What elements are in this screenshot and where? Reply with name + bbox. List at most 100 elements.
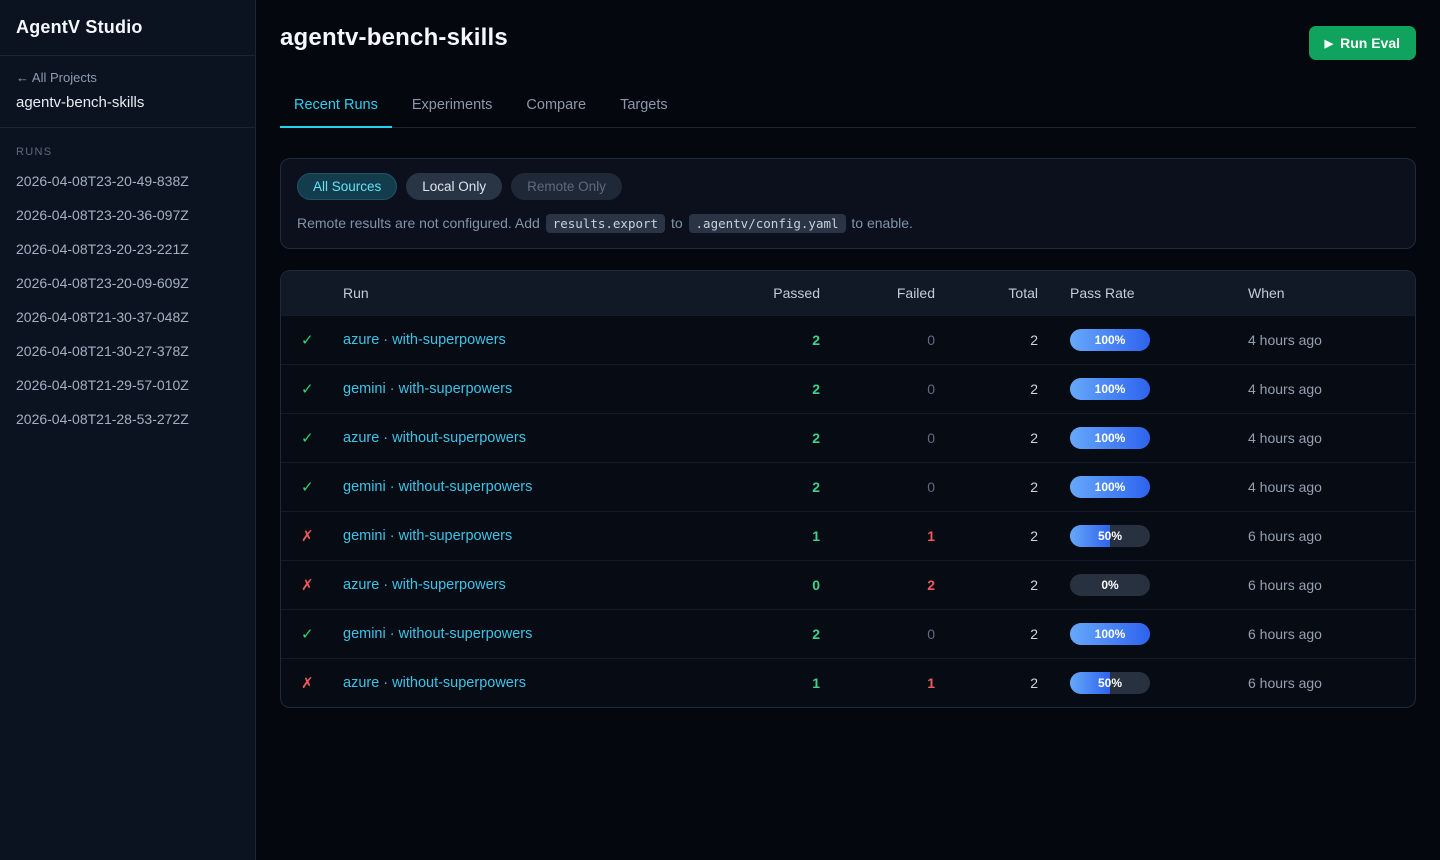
chip-local-only[interactable]: Local Only (406, 173, 502, 200)
remote-config-note: Remote results are not configured. Add r… (297, 215, 1399, 231)
status-icon: ✗ (301, 675, 314, 692)
pass-rate-pill: 100% (1070, 476, 1150, 498)
sidebar-project-block: ← All Projects agentv-bench-skills (0, 56, 255, 128)
sidebar-run-list: 2026-04-08T23-20-49-838Z2026-04-08T23-20… (0, 164, 255, 436)
run-cell: gemini · without-superpowers (343, 478, 690, 496)
pass-rate-label: 50% (1098, 529, 1122, 543)
pass-rate-label: 0% (1101, 578, 1118, 592)
pass-rate-cell: 100% (1038, 427, 1248, 449)
runs-table-body: ✓ azure · with-superpowers 2 0 2 100% 4 … (281, 315, 1415, 707)
pass-rate-label: 100% (1095, 627, 1126, 641)
col-pass-rate: Pass Rate (1038, 285, 1248, 301)
runs-table: Run Passed Failed Total Pass Rate When ✓… (280, 270, 1416, 708)
failed-count: 1 (820, 528, 935, 544)
status-icon: ✓ (301, 430, 314, 447)
sidebar-run-item[interactable]: 2026-04-08T21-29-57-010Z (0, 368, 255, 402)
note-code-results-export: results.export (546, 214, 665, 233)
total-count: 2 (935, 528, 1038, 544)
when-cell: 4 hours ago (1248, 332, 1415, 348)
table-row: ✓ gemini · without-superpowers 2 0 2 100… (281, 609, 1415, 658)
run-link[interactable]: azure · with-superpowers (343, 577, 506, 593)
pass-rate-label: 100% (1095, 480, 1126, 494)
run-link[interactable]: azure · with-superpowers (343, 332, 506, 348)
sidebar-run-item[interactable]: 2026-04-08T21-28-53-272Z (0, 402, 255, 436)
run-cell: azure · without-superpowers (343, 674, 690, 692)
tab-targets[interactable]: Targets (606, 87, 682, 128)
pass-rate-pill: 100% (1070, 329, 1150, 351)
back-to-projects-label: All Projects (32, 70, 97, 85)
pass-rate-pill: 100% (1070, 378, 1150, 400)
run-cell: gemini · without-superpowers (343, 625, 690, 643)
failed-count: 0 (820, 479, 935, 495)
when-cell: 4 hours ago (1248, 381, 1415, 397)
run-cell: azure · without-superpowers (343, 429, 690, 447)
chip-remote-only: Remote Only (511, 173, 622, 200)
pass-rate-cell: 50% (1038, 525, 1248, 547)
run-eval-label: Run Eval (1340, 35, 1400, 51)
passed-count: 2 (690, 626, 820, 642)
sidebar-run-item[interactable]: 2026-04-08T21-30-37-048Z (0, 300, 255, 334)
sidebar-run-item[interactable]: 2026-04-08T23-20-09-609Z (0, 266, 255, 300)
passed-count: 2 (690, 381, 820, 397)
run-link[interactable]: gemini · with-superpowers (343, 381, 512, 397)
pass-rate-cell: 100% (1038, 329, 1248, 351)
passed-count: 2 (690, 332, 820, 348)
pass-rate-pill: 100% (1070, 623, 1150, 645)
app-title: AgentV Studio (16, 17, 239, 38)
back-to-projects-link[interactable]: ← All Projects (16, 70, 239, 85)
pass-rate-pill: 50% (1070, 525, 1150, 547)
chip-all-sources[interactable]: All Sources (297, 173, 397, 200)
status-icon: ✗ (301, 577, 314, 594)
runs-table-header: Run Passed Failed Total Pass Rate When (281, 271, 1415, 315)
when-cell: 6 hours ago (1248, 675, 1415, 691)
tab-bar: Recent Runs Experiments Compare Targets (280, 87, 1416, 128)
table-row: ✓ azure · without-superpowers 2 0 2 100%… (281, 413, 1415, 462)
sidebar-run-item[interactable]: 2026-04-08T23-20-23-221Z (0, 232, 255, 266)
pass-rate-cell: 100% (1038, 623, 1248, 645)
passed-count: 2 (690, 479, 820, 495)
sidebar-run-item[interactable]: 2026-04-08T23-20-49-838Z (0, 164, 255, 198)
status-cell: ✗ (281, 527, 343, 545)
pass-rate-cell: 0% (1038, 574, 1248, 596)
note-code-config-yaml: .agentv/config.yaml (689, 214, 846, 233)
when-cell: 6 hours ago (1248, 577, 1415, 593)
tab-recent-runs[interactable]: Recent Runs (280, 87, 392, 128)
run-link[interactable]: gemini · without-superpowers (343, 626, 532, 642)
sidebar: AgentV Studio ← All Projects agentv-benc… (0, 0, 256, 860)
passed-count: 2 (690, 430, 820, 446)
when-cell: 4 hours ago (1248, 430, 1415, 446)
status-cell: ✗ (281, 674, 343, 692)
tab-compare[interactable]: Compare (512, 87, 600, 128)
pass-rate-label: 100% (1095, 333, 1126, 347)
run-cell: azure · with-superpowers (343, 331, 690, 349)
failed-count: 0 (820, 332, 935, 348)
run-link[interactable]: azure · without-superpowers (343, 675, 526, 691)
table-row: ✓ gemini · without-superpowers 2 0 2 100… (281, 462, 1415, 511)
pass-rate-pill: 100% (1070, 427, 1150, 449)
run-link[interactable]: gemini · with-superpowers (343, 528, 512, 544)
failed-count: 0 (820, 626, 935, 642)
table-row: ✗ gemini · with-superpowers 1 1 2 50% 6 … (281, 511, 1415, 560)
sidebar-run-item[interactable]: 2026-04-08T21-30-27-378Z (0, 334, 255, 368)
note-prefix: Remote results are not configured. Add (297, 215, 540, 231)
col-when: When (1248, 285, 1415, 301)
runs-section-label: RUNS (0, 128, 255, 164)
failed-count: 2 (820, 577, 935, 593)
status-icon: ✓ (301, 479, 314, 496)
status-cell: ✓ (281, 380, 343, 398)
source-filters-card: All Sources Local Only Remote Only Remot… (280, 158, 1416, 249)
run-link[interactable]: gemini · without-superpowers (343, 479, 532, 495)
passed-count: 1 (690, 528, 820, 544)
table-row: ✓ azure · with-superpowers 2 0 2 100% 4 … (281, 315, 1415, 364)
sidebar-header: AgentV Studio (0, 0, 255, 56)
run-link[interactable]: azure · without-superpowers (343, 430, 526, 446)
source-filter-chips: All Sources Local Only Remote Only (297, 173, 1399, 200)
sidebar-run-item[interactable]: 2026-04-08T23-20-36-097Z (0, 198, 255, 232)
tab-experiments[interactable]: Experiments (398, 87, 507, 128)
pass-rate-label: 100% (1095, 431, 1126, 445)
pass-rate-label: 50% (1098, 676, 1122, 690)
table-row: ✗ azure · without-superpowers 1 1 2 50% … (281, 658, 1415, 707)
total-count: 2 (935, 430, 1038, 446)
when-cell: 6 hours ago (1248, 626, 1415, 642)
run-eval-button[interactable]: ▶ Run Eval (1309, 26, 1416, 60)
